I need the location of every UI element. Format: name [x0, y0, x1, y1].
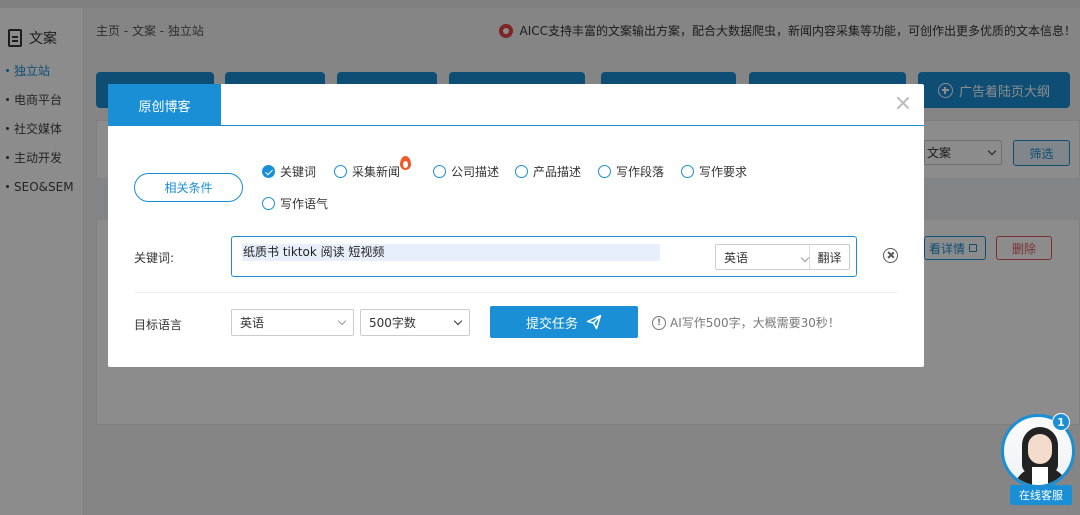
radio-icon	[515, 165, 528, 178]
clear-circle-icon[interactable]	[883, 248, 898, 263]
unread-badge: 1	[1052, 413, 1070, 431]
support-label[interactable]: 在线客服	[1010, 485, 1072, 505]
option-product-description[interactable]: 产品描述	[515, 163, 581, 180]
word-count-value: 500字数	[369, 316, 416, 330]
conditions-button[interactable]: 相关条件	[134, 173, 243, 202]
radio-icon	[433, 165, 446, 178]
option-collect-news[interactable]: 采集新闻	[334, 163, 400, 180]
submit-task-button[interactable]: 提交任务	[490, 306, 638, 338]
chevron-down-icon	[800, 253, 810, 262]
option-writing-requirement[interactable]: 写作要求	[681, 163, 747, 180]
target-language-label: 目标语言	[134, 318, 183, 332]
original-blog-modal: 原创博客 相关条件 关键词 采集新闻 公司描述 产品描述 写作段落 写作要求 写…	[108, 84, 924, 367]
online-support-widget[interactable]: 1 在线客服	[1000, 413, 1076, 505]
option-company-description[interactable]: 公司描述	[433, 163, 499, 180]
chevron-down-icon	[453, 316, 463, 326]
option-label: 采集新闻	[352, 165, 401, 179]
keyword-label: 关键词:	[134, 251, 175, 265]
modal-tab-original-blog[interactable]: 原创博客	[108, 84, 221, 126]
keyword-input[interactable]: 纸质书 tiktok 阅读 短视频	[242, 244, 660, 261]
close-icon[interactable]	[896, 96, 910, 110]
word-count-select[interactable]: 500字数	[360, 309, 470, 336]
option-keyword[interactable]: 关键词	[262, 163, 316, 180]
checked-radio-icon	[262, 165, 275, 178]
send-icon	[586, 314, 602, 330]
chevron-down-icon	[337, 316, 347, 326]
keyword-language-select[interactable]: 英语 翻译	[715, 244, 850, 270]
option-label: 写作语气	[280, 197, 329, 211]
target-language-select[interactable]: 英语	[231, 309, 354, 336]
hint-text: AI写作500字，大概需要30秒！	[670, 316, 840, 330]
radio-icon	[334, 165, 347, 178]
keyword-language-value: 英语	[716, 249, 810, 266]
keyword-language-text: 英语	[724, 250, 749, 265]
modal-header: 原创博客	[108, 84, 924, 126]
option-label: 写作要求	[699, 165, 748, 179]
option-writing-paragraph[interactable]: 写作段落	[598, 163, 664, 180]
estimate-hint: ! AI写作500字，大概需要30秒！	[652, 314, 840, 331]
radio-icon	[681, 165, 694, 178]
info-icon: !	[652, 315, 666, 330]
submit-label: 提交任务	[525, 316, 578, 332]
option-writing-tone[interactable]: 写作语气	[262, 195, 328, 212]
target-language-value: 英语	[240, 316, 265, 330]
fire-icon	[400, 156, 411, 170]
keyword-input-box[interactable]: 纸质书 tiktok 阅读 短视频 英语 翻译	[231, 236, 857, 277]
divider	[134, 292, 899, 293]
option-label: 关键词	[280, 165, 317, 179]
option-label: 产品描述	[533, 165, 582, 179]
translate-button[interactable]: 翻译	[809, 245, 849, 269]
option-label: 公司描述	[451, 165, 500, 179]
radio-icon	[598, 165, 611, 178]
avatar-face	[1028, 434, 1052, 464]
option-label: 写作段落	[616, 165, 665, 179]
radio-icon	[262, 197, 275, 210]
